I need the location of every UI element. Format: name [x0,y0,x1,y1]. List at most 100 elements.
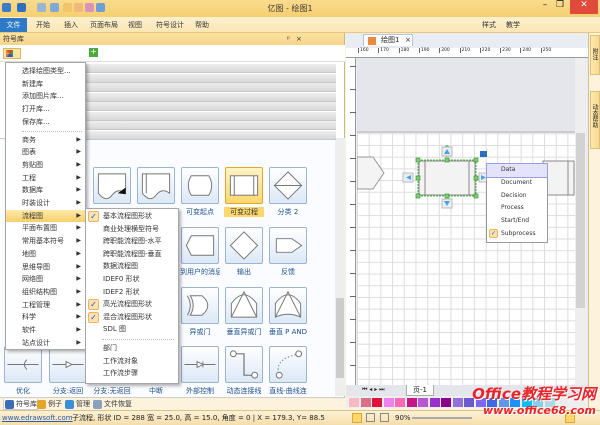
color-swatch[interactable] [372,398,382,407]
menu-item[interactable]: 工程 ▶ [6,172,85,184]
shape-dynamic-connector[interactable]: 动态连接线 [224,346,264,396]
shape-message-to-user[interactable]: 到用户的消息 [180,227,220,277]
submenu-item[interactable]: SDL 图 [86,323,178,336]
menu-item[interactable]: 时装设计 ▶ [6,197,85,209]
library-menu-button[interactable] [3,48,21,59]
dynamic-help-tab[interactable]: 动态帮助 [590,91,600,149]
zoom-slider[interactable] [412,417,472,419]
submenu-item[interactable]: 部门 [86,342,178,355]
submenu-item[interactable]: IDEF0 形状 [86,273,178,286]
minimize-button[interactable]: – [538,0,552,14]
page-view-button[interactable] [366,413,375,422]
tab-page-layout[interactable]: 页面布局 [90,20,118,30]
menu-item[interactable]: 地图 ▶ [6,248,85,260]
menu-item[interactable]: 思维导图 ▶ [6,261,85,273]
shape-sort-diamond[interactable]: 分类 2 [268,167,308,217]
panel-tab[interactable]: 文件恢复 [92,399,132,410]
submenu-item[interactable]: IDEF2 形状 [86,286,178,299]
menu-item[interactable]: 打开库... [6,103,85,115]
canvas-scrollbar[interactable] [575,58,586,385]
panel-tab[interactable]: 管理 [64,399,90,410]
color-swatch[interactable] [395,398,405,407]
submenu-item[interactable]: ✓ 混合流程图形状 [86,311,178,324]
website-link[interactable]: www.edrawsoft.com [2,411,73,425]
color-swatch[interactable] [349,398,359,407]
shape-vertical-pand[interactable]: 垂直 P AND [268,287,308,337]
menu-item[interactable]: 选择绘图类型... [6,65,85,77]
library-section-bar[interactable] [86,92,336,102]
shape-feedback[interactable]: 反馈 [268,227,308,277]
color-swatch[interactable] [383,398,394,407]
menu-item[interactable]: 组织结构图 ▶ [6,286,85,298]
tab-symbol-design[interactable]: 符号设计 [156,20,184,30]
color-swatch[interactable] [360,398,371,407]
menu-item[interactable]: 数据库 ▶ [6,184,85,196]
tab-view[interactable]: 视图 [128,20,142,30]
menu-item[interactable]: 平面布置图 ▶ [6,222,85,234]
tutorial-button[interactable]: 教学 [506,20,520,30]
styles-button[interactable]: 样式 [482,20,496,30]
shape-type-item[interactable]: Start/End [487,215,547,228]
canvas-scroll-thumb[interactable] [576,133,585,308]
submenu-item[interactable]: 商业处理横型符号 [86,223,178,236]
shape-vertical-xor[interactable]: 垂直异或门 [224,287,264,337]
shape-curve-connector[interactable]: 直线-曲线连 [268,346,308,396]
submenu-item[interactable]: 跨职能流程图-水平 [86,235,178,248]
pin-button[interactable]: ᵖ [287,33,290,45]
submenu-item[interactable]: ✓ 基本流程图形状 [86,210,178,223]
shape-type-item[interactable]: Process [487,202,547,215]
library-section-bar[interactable] [86,130,336,140]
tab-insert[interactable]: 插入 [64,20,78,30]
menu-item[interactable]: 工程管理 ▶ [6,299,85,311]
document-tab[interactable]: 绘图1 × [363,34,413,46]
color-swatch[interactable] [406,398,417,407]
menu-item[interactable]: 网络图 ▶ [6,273,85,285]
panel-tab[interactable]: 符号库 [3,399,38,410]
document-tab-close[interactable]: × [405,35,411,46]
scroll-thumb[interactable] [336,298,344,378]
tab-file[interactable]: 文件 [0,18,27,32]
notes-tab[interactable]: 附注 [590,35,600,75]
shape-type-item[interactable]: Document [487,177,547,190]
shape-type-item[interactable]: ✓ Subprocess [487,228,547,241]
library-section-bar[interactable] [86,121,336,130]
library-search-input[interactable] [24,47,84,59]
add-library-icon[interactable]: + [89,48,98,57]
tab-home[interactable]: 开始 [36,20,50,30]
shape-type-item[interactable]: Data [486,163,548,178]
panel-tab[interactable]: 例子 [36,399,62,410]
submenu-item[interactable]: 数据流程图 [86,260,178,273]
color-swatch[interactable] [418,398,428,407]
page-nav-first[interactable]: ⏮ ◂ ▸ ⏭ [362,386,385,394]
tab-help[interactable]: 帮助 [195,20,209,30]
shape-branch-return[interactable]: 分支:返回 [48,346,88,396]
menu-item[interactable]: 站点设计 ▶ [6,337,85,349]
close-button[interactable]: ✕ [570,0,598,14]
menu-item[interactable]: 图表 ▶ [6,146,85,158]
menu-item[interactable]: 保存库... [6,116,85,128]
gallery-scrollbar[interactable] [335,138,345,396]
menu-item[interactable]: 软件 ▶ [6,324,85,336]
library-section-bar[interactable] [86,102,336,111]
submenu-item[interactable]: 工作流步骤 [86,367,178,380]
fullscreen-button[interactable] [380,413,389,422]
color-swatch[interactable] [441,398,451,407]
menu-item[interactable]: 科学 ▶ [6,311,85,323]
menu-item[interactable]: 商务 ▶ [6,134,85,146]
menu-item[interactable]: 剪贴图 ▶ [6,159,85,171]
submenu-item[interactable]: 工作流对象 [86,355,178,368]
library-section-bar[interactable] [86,73,336,83]
normal-view-button[interactable] [352,413,362,423]
shape-variable-start[interactable]: 可变起点 [180,167,220,217]
panel-close-button[interactable]: × [296,33,302,45]
color-swatch[interactable] [429,398,440,407]
shape-xor-gate[interactable]: 异或门 [180,287,220,337]
submenu-item[interactable]: ✓ 高光流程图形状 [86,298,178,311]
library-section-bar[interactable] [86,83,336,92]
submenu-item[interactable]: 跨职能流程图-垂直 [86,248,178,261]
color-swatch[interactable] [452,398,463,407]
shape-output-diamond[interactable]: 输出 [224,227,264,277]
library-section-bar[interactable] [86,111,336,121]
library-section-bar[interactable] [86,64,336,73]
shape-type-item[interactable]: Decision [487,190,547,203]
